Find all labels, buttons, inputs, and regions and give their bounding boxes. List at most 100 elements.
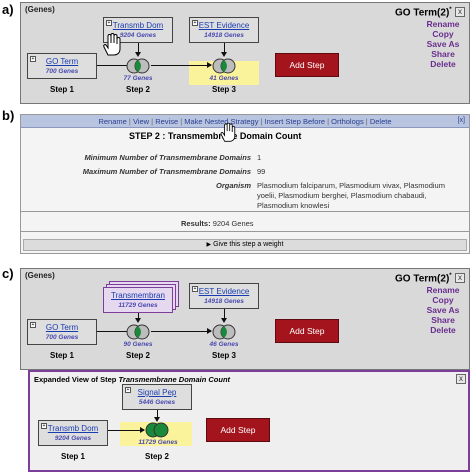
results-line: Results: 9204 Genes: [181, 219, 254, 228]
close-icon[interactable]: [x]: [458, 117, 465, 124]
menu-save-as[interactable]: Save As: [419, 39, 467, 49]
expanded-step-1-box[interactable]: + Transmb Dom 9204 Genes: [38, 420, 108, 446]
weight-bar[interactable]: ▶ Give this step a weight: [23, 239, 467, 251]
connector-line: [151, 331, 211, 332]
menu-copy[interactable]: Copy: [419, 29, 467, 39]
step-detail-title: STEP 2 : Transmembrane Domain Count: [129, 131, 302, 141]
menu-delete[interactable]: Delete: [419, 59, 467, 69]
step-menu-bar: Rename | View | Revise | Make Nested Str…: [21, 115, 469, 128]
arrow-down-icon: [135, 318, 141, 323]
step-1-link[interactable]: GO Term: [28, 57, 96, 66]
expanded-view-title: Expanded View of Step Transmembrane Doma…: [34, 375, 231, 384]
close-icon[interactable]: x: [455, 7, 465, 17]
hand-cursor-icon: [220, 122, 236, 142]
step-2-label: Step 2: [125, 351, 150, 360]
expanded-step-1-label: Step 1: [60, 452, 85, 461]
step-1-label: Step 1: [49, 351, 74, 360]
expanded-view-panel: Expanded View of Step Transmembrane Doma…: [28, 370, 470, 472]
weight-label[interactable]: Give this step a weight: [213, 241, 283, 248]
param-key: Organism: [215, 181, 251, 190]
menu-revise[interactable]: Revise: [155, 117, 178, 126]
step-3-result[interactable]: 46 Genes: [204, 341, 244, 348]
close-icon[interactable]: x: [456, 374, 466, 384]
step-3-box[interactable]: + EST Evidence 14918 Genes: [189, 17, 259, 43]
venn-icon[interactable]: [125, 58, 151, 74]
expanded-step-2-link[interactable]: Signal Pep: [123, 388, 191, 397]
menu-rename[interactable]: Rename: [419, 19, 467, 29]
venn-icon[interactable]: [125, 324, 151, 340]
step-3-link[interactable]: EST Evidence: [190, 287, 258, 296]
divider: [21, 211, 469, 212]
menu-delete[interactable]: Delete: [419, 325, 467, 335]
strategy-menu: Rename Copy Save As Share Delete: [419, 19, 467, 69]
param-value: Plasmodium falciparum, Plasmodium vivax,…: [257, 181, 445, 210]
param-value: 99: [257, 167, 266, 176]
divider: [21, 231, 469, 232]
step-detail-panel: Rename | View | Revise | Make Nested Str…: [20, 114, 470, 254]
menu-share[interactable]: Share: [419, 315, 467, 325]
expanded-step-1-count: 9204 Genes: [54, 435, 92, 442]
connector-line: [151, 65, 211, 66]
strategy-menu: Rename Copy Save As Share Delete: [419, 285, 467, 335]
step-2-box[interactable]: Transmembran 11729 Genes: [103, 287, 173, 313]
results-label: Results:: [181, 219, 211, 228]
panel-label-b: b): [2, 108, 15, 123]
menu-copy[interactable]: Copy: [419, 295, 467, 305]
step-2-result[interactable]: 90 Genes: [118, 341, 158, 348]
expanded-step-1-link[interactable]: Transmb Dom: [39, 424, 107, 433]
param-key: Maximum Number of Transmembrane Domains: [82, 167, 251, 176]
step-2-count: 11729 Genes: [118, 302, 158, 309]
strategy-title[interactable]: GO Term(2)*: [395, 273, 452, 284]
arrow-down-icon: [221, 52, 227, 57]
connector-line: [108, 430, 144, 431]
menu-save-as[interactable]: Save As: [419, 305, 467, 315]
arrow-down-icon: [221, 318, 227, 323]
step-3-box[interactable]: + EST Evidence 14918 Genes: [189, 283, 259, 309]
hand-cursor-icon: [103, 33, 121, 56]
step-1-box[interactable]: + GO Term 700 Genes: [27, 53, 97, 79]
step-2-label: Step 2: [125, 85, 150, 94]
step-3-result[interactable]: 41 Genes: [204, 75, 244, 82]
menu-delete[interactable]: Delete: [370, 117, 392, 126]
step-2-link[interactable]: Transmb Dom: [104, 21, 172, 30]
step-3-label: Step 3: [211, 85, 236, 94]
expanded-step-2-label: Step 2: [144, 452, 169, 461]
step-1-box[interactable]: + GO Term 700 Genes: [27, 319, 97, 345]
expanded-step-2-count: 5446 Genes: [138, 399, 176, 406]
close-icon[interactable]: x: [455, 273, 465, 283]
genes-tag: (Genes): [25, 5, 55, 14]
arrow-down-icon: [135, 52, 141, 57]
panel-label-a: a): [2, 2, 14, 17]
step-3-link[interactable]: EST Evidence: [190, 21, 258, 30]
connector-line: [97, 331, 127, 332]
step-3-count: 14918 Genes: [204, 298, 244, 305]
add-step-button[interactable]: Add Step: [206, 418, 270, 442]
add-step-button[interactable]: Add Step: [275, 319, 339, 343]
venn-union-icon[interactable]: [144, 422, 170, 438]
results-value: 9204 Genes: [212, 219, 254, 228]
step-1-count: 700 Genes: [45, 334, 79, 341]
menu-share[interactable]: Share: [419, 49, 467, 59]
step-1-count: 700 Genes: [45, 68, 79, 75]
param-key: Minimum Number of Transmembrane Domains: [84, 153, 251, 162]
connector-line: [97, 65, 127, 66]
menu-view[interactable]: View: [133, 117, 149, 126]
step-2-result[interactable]: 77 Genes: [118, 75, 158, 82]
panel-label-c: c): [2, 266, 14, 281]
step-1-link[interactable]: GO Term: [28, 323, 96, 332]
triangle-right-icon: ▶: [206, 242, 212, 248]
strategy-panel-a: (Genes) GO Term(2)* x Rename Copy Save A…: [20, 2, 470, 104]
menu-insert-step-before[interactable]: Insert Step Before: [265, 117, 325, 126]
venn-icon[interactable]: [211, 324, 237, 340]
strategy-title[interactable]: GO Term(2)*: [395, 7, 452, 18]
add-step-button[interactable]: Add Step: [275, 53, 339, 77]
venn-icon[interactable]: [211, 58, 237, 74]
menu-orthologs[interactable]: Orthologs: [331, 117, 364, 126]
expanded-step-2-box[interactable]: + Signal Pep 5446 Genes: [122, 384, 192, 410]
menu-rename[interactable]: Rename: [419, 285, 467, 295]
menu-rename[interactable]: Rename: [98, 117, 126, 126]
step-2-link[interactable]: Transmembran: [104, 291, 172, 300]
genes-tag: (Genes): [25, 271, 55, 280]
expanded-step-2-result[interactable]: 11729 Genes: [137, 439, 179, 446]
step-1-label: Step 1: [49, 85, 74, 94]
